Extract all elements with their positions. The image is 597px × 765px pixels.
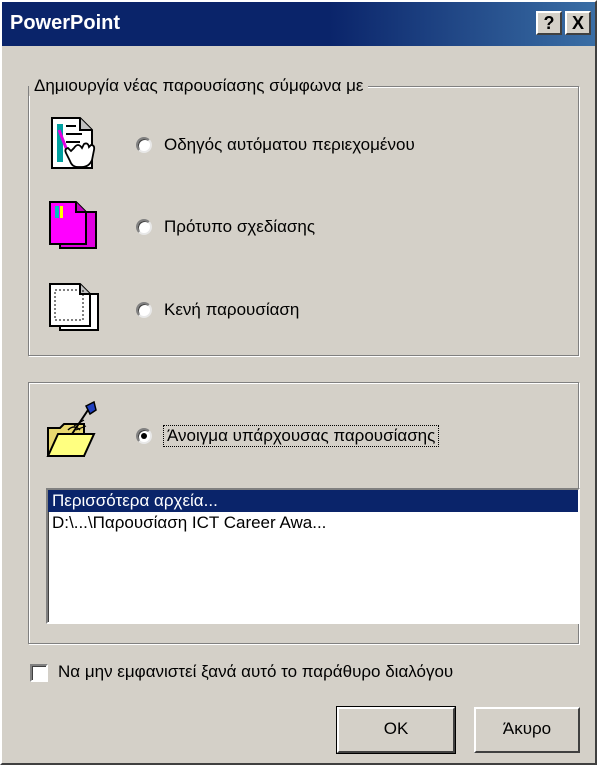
open-folder-icon <box>46 400 97 457</box>
autocontent-wizard-label: Οδηγός αυτόματου περιεχομένου <box>164 135 415 154</box>
design-template-icon <box>49 201 97 249</box>
autocontent-wizard-icon <box>51 117 96 169</box>
close-button[interactable]: X <box>565 11 591 35</box>
blank-presentation-radio[interactable] <box>136 302 152 318</box>
powerpoint-dialog: PowerPoint ? X Δημιουργία νέας παρουσίασ… <box>0 0 597 765</box>
open-existing-label: Άνοιγμα υπάρχουσας παρουσίασης <box>162 425 440 447</box>
open-existing-radio[interactable] <box>136 428 152 444</box>
autocontent-wizard-radio[interactable] <box>136 137 152 153</box>
design-template-label: Πρότυπο σχεδίασης <box>164 217 316 236</box>
cancel-button[interactable]: Άκυρο <box>474 707 580 753</box>
list-item[interactable]: Περισσότερα αρχεία... <box>48 490 578 512</box>
help-button[interactable]: ? <box>536 11 562 35</box>
create-group-legend: Δημιουργία νέας παρουσίασης σύμφωνα με <box>29 76 369 96</box>
design-template-radio[interactable] <box>136 219 152 235</box>
dont-show-again-checkbox[interactable] <box>30 664 48 682</box>
blank-presentation-label: Κενή παρουσίαση <box>164 300 300 319</box>
option-blank-presentation[interactable]: Κενή παρουσίαση <box>136 300 299 320</box>
option-autocontent-wizard[interactable]: Οδηγός αυτόματου περιεχομένου <box>136 135 415 155</box>
title-bar[interactable]: PowerPoint ? X <box>2 2 595 46</box>
blank-presentation-icon <box>49 283 99 331</box>
window-title: PowerPoint <box>10 12 121 34</box>
recent-files-list[interactable]: Περισσότερα αρχεία... D:\...\Παρουσίαση … <box>46 488 580 624</box>
ok-button[interactable]: OK <box>336 706 456 754</box>
option-design-template[interactable]: Πρότυπο σχεδίασης <box>136 217 315 237</box>
option-open-existing[interactable]: Άνοιγμα υπάρχουσας παρουσίασης <box>136 425 440 447</box>
dont-show-again-label: Να μην εμφανιστεί ξανά αυτό το παράθυρο … <box>58 662 454 681</box>
list-item[interactable]: D:\...\Παρουσίαση ICT Career Awa... <box>48 512 578 534</box>
